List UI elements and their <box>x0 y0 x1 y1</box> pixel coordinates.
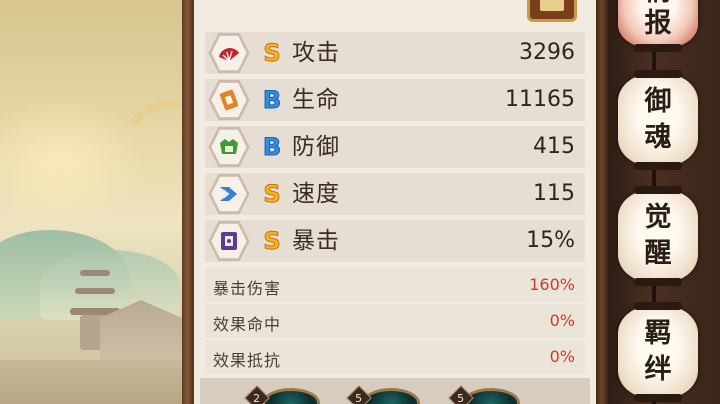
tab-label-top: 觉 <box>644 202 672 233</box>
grade-badge: S <box>263 180 281 209</box>
tab-label-top: 御 <box>644 86 672 117</box>
tab-label-bottom: 报 <box>644 8 672 39</box>
sub-stat-label: 暴击伤害 <box>213 279 282 298</box>
fan-icon <box>217 41 241 65</box>
crit-icon <box>217 229 241 253</box>
grade-badge: S <box>263 39 281 68</box>
stat-row-crit: S 暴击 15% <box>205 220 585 262</box>
tab-label-top: 羁 <box>644 318 672 349</box>
stat-value: 415 <box>533 134 575 159</box>
grade-badge: B <box>262 133 282 162</box>
tab-awaken[interactable]: 觉 醒 <box>618 186 698 286</box>
tab-info[interactable]: 情 报 <box>618 0 698 52</box>
tab-label-bottom: 绊 <box>644 354 672 385</box>
tab-bond[interactable]: 羁 绊 <box>618 302 698 402</box>
cloud-swirl <box>110 100 182 260</box>
sub-stat-value: 0% <box>549 311 575 330</box>
panel-top-badge[interactable] <box>527 0 577 22</box>
talisman-icon <box>217 88 241 112</box>
sub-stat-label: 效果抵抗 <box>213 351 282 370</box>
sub-stat-effect-resist: 效果抵抗 0% <box>205 340 585 374</box>
sub-stat-crit-damage: 暴击伤害 160% <box>205 268 585 302</box>
stat-value: 115 <box>533 181 575 206</box>
sub-stat-value: 160% <box>529 275 575 294</box>
stat-label: 攻击 <box>292 40 340 66</box>
panel-right-frame <box>596 0 608 404</box>
stat-row-defense: B 防御 415 <box>205 126 585 168</box>
panel-left-frame <box>182 0 194 404</box>
tab-label-bottom: 魂 <box>644 122 672 153</box>
stat-label: 暴击 <box>292 228 340 254</box>
sub-stat-label: 效果命中 <box>213 315 282 334</box>
stat-value: 15% <box>526 228 575 253</box>
stat-row-speed: S 速度 115 <box>205 173 585 215</box>
ground <box>0 360 182 404</box>
sub-stat-value: 0% <box>549 347 575 366</box>
armor-icon <box>217 135 241 159</box>
stat-row-hp: B 生命 11165 <box>205 79 585 121</box>
grade-badge: B <box>262 86 282 115</box>
tab-label-top: 情 <box>618 0 698 8</box>
speed-icon <box>217 182 241 206</box>
stat-label: 防御 <box>292 134 340 160</box>
stat-value: 11165 <box>505 87 575 112</box>
background-scene <box>0 0 182 404</box>
stat-label: 速度 <box>292 181 340 207</box>
tab-soul[interactable]: 御 魂 <box>618 70 698 170</box>
stat-label: 生命 <box>292 87 340 113</box>
stat-value: 3296 <box>519 40 575 65</box>
tab-label-bottom: 醒 <box>644 238 672 269</box>
sub-stat-effect-hit: 效果命中 0% <box>205 304 585 338</box>
grade-badge: S <box>263 227 281 256</box>
stat-row-attack: S 攻击 3296 <box>205 32 585 74</box>
